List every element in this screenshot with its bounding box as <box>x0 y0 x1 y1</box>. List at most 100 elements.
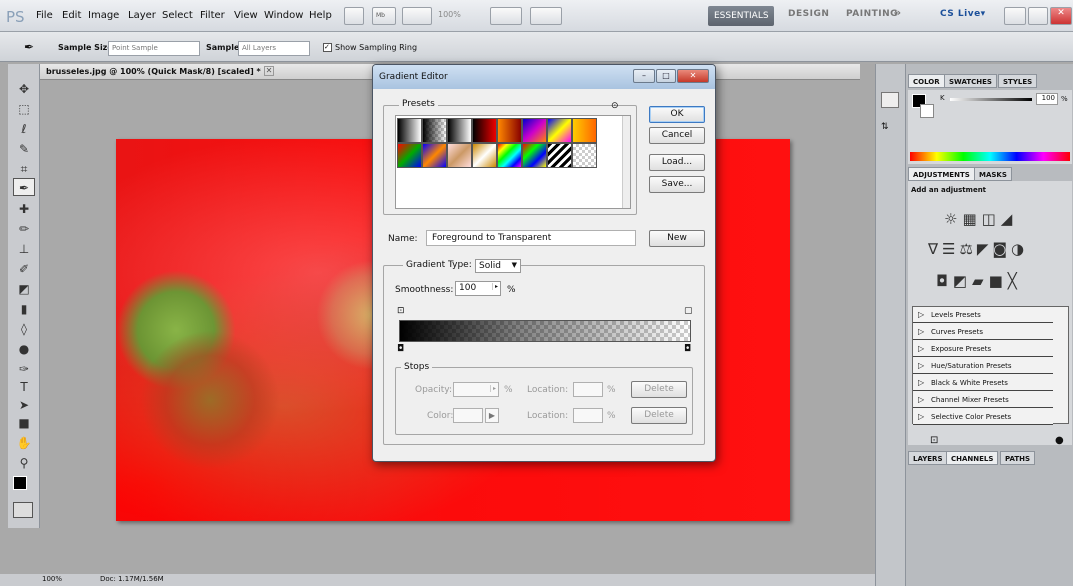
panel-menu-icon[interactable]: ● <box>1055 435 1064 446</box>
mini-bridge-panel-icon[interactable] <box>881 92 899 108</box>
delete-color-stop-button[interactable]: Delete <box>631 407 687 424</box>
stamp-tool-icon[interactable]: ⊥ <box>13 240 35 258</box>
ok-button[interactable]: OK <box>649 106 705 123</box>
preset-exposure[interactable]: ▷ Exposure Presets <box>913 341 1053 357</box>
workspace-painting[interactable]: PAINTING <box>846 9 898 19</box>
crop-tool-icon[interactable]: ⌗ <box>13 160 35 178</box>
preset-swatch-2[interactable] <box>422 118 447 143</box>
load-button[interactable]: Load... <box>649 154 705 171</box>
preset-swatch-6[interactable] <box>522 118 547 143</box>
tab-color[interactable]: COLOR <box>908 74 945 88</box>
presets-scrollbar[interactable] <box>622 116 630 208</box>
history-brush-tool-icon[interactable]: ✐ <box>13 260 35 278</box>
workspace-essentials[interactable]: ESSENTIALS <box>708 6 774 26</box>
gradient-type-select[interactable]: Solid ▼ <box>475 259 521 273</box>
show-ring-checkbox[interactable]: ✓ <box>323 43 332 52</box>
preset-swatch-5[interactable] <box>497 118 522 143</box>
preset-black-white[interactable]: ▷ Black & White Presets <box>913 375 1053 391</box>
preset-swatch-4[interactable] <box>472 118 497 143</box>
sample-layers-select[interactable]: All Layers <box>238 41 310 56</box>
menu-image[interactable]: Image <box>88 10 119 21</box>
gradient-tool-icon[interactable]: ▮ <box>13 300 35 318</box>
tab-swatches[interactable]: SWATCHES <box>944 74 997 88</box>
preset-swatch-15[interactable] <box>547 143 572 168</box>
preset-swatch-1[interactable] <box>397 118 422 143</box>
menu-view[interactable]: View <box>234 10 258 21</box>
dialog-title-bar[interactable]: Gradient Editor – □ ✕ <box>373 65 715 89</box>
status-zoom[interactable]: 100% <box>42 575 62 583</box>
preset-selective-color[interactable]: ▷ Selective Color Presets <box>913 409 1053 425</box>
eyedropper-tool-icon[interactable]: ✒ <box>13 178 35 196</box>
preset-swatch-9[interactable] <box>397 143 422 168</box>
opacity-location-input[interactable] <box>573 382 603 397</box>
presets-menu-icon[interactable]: ⊙ <box>611 101 619 111</box>
opacity-stop-right-icon[interactable]: ▢ <box>684 306 693 316</box>
color-spectrum-bar[interactable] <box>910 152 1070 161</box>
gradient-name-input[interactable]: Foreground to Transparent <box>426 230 636 246</box>
tab-channels[interactable]: CHANNELS <box>946 451 999 465</box>
tab-adjustments[interactable]: ADJUSTMENTS <box>908 167 975 181</box>
preset-swatch-3[interactable] <box>447 118 472 143</box>
move-tool-icon[interactable]: ✥ <box>13 80 35 98</box>
pen-tool-icon[interactable]: ✑ <box>13 360 35 378</box>
save-button[interactable]: Save... <box>649 176 705 193</box>
workspace-design[interactable]: DESIGN <box>788 9 829 19</box>
tab-paths[interactable]: PATHS <box>1000 451 1036 465</box>
blur-tool-icon[interactable]: ◊ <box>13 320 35 338</box>
adjustment-icons-row-1[interactable]: ☼▦◫◢ <box>944 210 1017 228</box>
sample-size-select[interactable]: Point Sample <box>108 41 200 56</box>
return-to-list-icon[interactable]: ⊡ <box>930 435 938 446</box>
view-extras-button[interactable] <box>402 7 432 25</box>
tab-styles[interactable]: STYLES <box>998 74 1038 88</box>
preset-curves[interactable]: ▷ Curves Presets <box>913 324 1053 340</box>
close-app-button[interactable]: ✕ <box>1050 7 1072 25</box>
preset-swatch-14[interactable] <box>522 143 547 168</box>
menu-layer[interactable]: Layer <box>128 10 156 21</box>
color-stop-left-icon[interactable]: ◘ <box>397 344 404 354</box>
restore-app-button[interactable] <box>1028 7 1048 25</box>
type-tool-icon[interactable]: T <box>13 378 35 396</box>
foreground-color-swatch[interactable] <box>13 476 27 490</box>
zoom-tool-icon[interactable]: ⚲ <box>13 454 35 472</box>
history-panel-icon[interactable]: ⇅ <box>881 122 899 138</box>
menu-edit[interactable]: Edit <box>62 10 81 21</box>
smoothness-stepper-icon[interactable]: ▸ <box>491 283 498 290</box>
k-value-input[interactable]: 100 <box>1036 93 1058 105</box>
dialog-close-button[interactable]: ✕ <box>677 69 709 83</box>
dialog-minimize-button[interactable]: – <box>633 69 655 83</box>
eraser-tool-icon[interactable]: ◩ <box>13 280 35 298</box>
quick-mask-button[interactable] <box>13 502 33 518</box>
smoothness-input[interactable]: 100 ▸ <box>455 281 501 296</box>
shape-tool-icon[interactable]: ■ <box>13 414 35 432</box>
zoom-level-display[interactable]: 100% <box>438 10 461 19</box>
hand-tool-icon[interactable]: ✋ <box>13 434 35 452</box>
preset-swatch-11[interactable] <box>447 143 472 168</box>
delete-opacity-stop-button[interactable]: Delete <box>631 381 687 398</box>
quick-select-tool-icon[interactable]: ✎ <box>13 140 35 158</box>
adjustment-icons-row-3[interactable]: ◘◩▰■╳ <box>936 272 1022 290</box>
cs-live-menu[interactable]: CS Live▾ <box>940 9 986 19</box>
color-panel-background-swatch[interactable] <box>920 104 934 118</box>
tab-layers[interactable]: LAYERS <box>908 451 948 465</box>
tab-masks[interactable]: MASKS <box>974 167 1012 181</box>
dodge-tool-icon[interactable]: ● <box>13 340 35 358</box>
mini-bridge-button[interactable]: Mb <box>372 7 396 25</box>
brush-tool-icon[interactable]: ✏ <box>13 220 35 238</box>
k-slider[interactable] <box>950 98 1032 101</box>
color-stop-right-icon[interactable]: ◘ <box>684 344 691 354</box>
menu-select[interactable]: Select <box>162 10 193 21</box>
preset-swatch-8[interactable] <box>572 118 597 143</box>
path-select-tool-icon[interactable]: ➤ <box>13 396 35 414</box>
preset-levels[interactable]: ▷ Levels Presets <box>913 307 1053 323</box>
preset-channel-mixer[interactable]: ▷ Channel Mixer Presets <box>913 392 1053 408</box>
menu-window[interactable]: Window <box>264 10 303 21</box>
menu-file[interactable]: File <box>36 10 53 21</box>
arrange-documents-button[interactable] <box>490 7 522 25</box>
preset-swatch-12[interactable] <box>472 143 497 168</box>
screen-mode-button[interactable] <box>530 7 562 25</box>
opacity-stop-left-icon[interactable]: ⊡ <box>397 306 405 316</box>
new-button[interactable]: New <box>649 230 705 247</box>
stop-color-swatch[interactable] <box>453 408 483 423</box>
marquee-tool-icon[interactable]: ⬚ <box>13 100 35 118</box>
gradient-preview-bar[interactable] <box>399 320 691 342</box>
